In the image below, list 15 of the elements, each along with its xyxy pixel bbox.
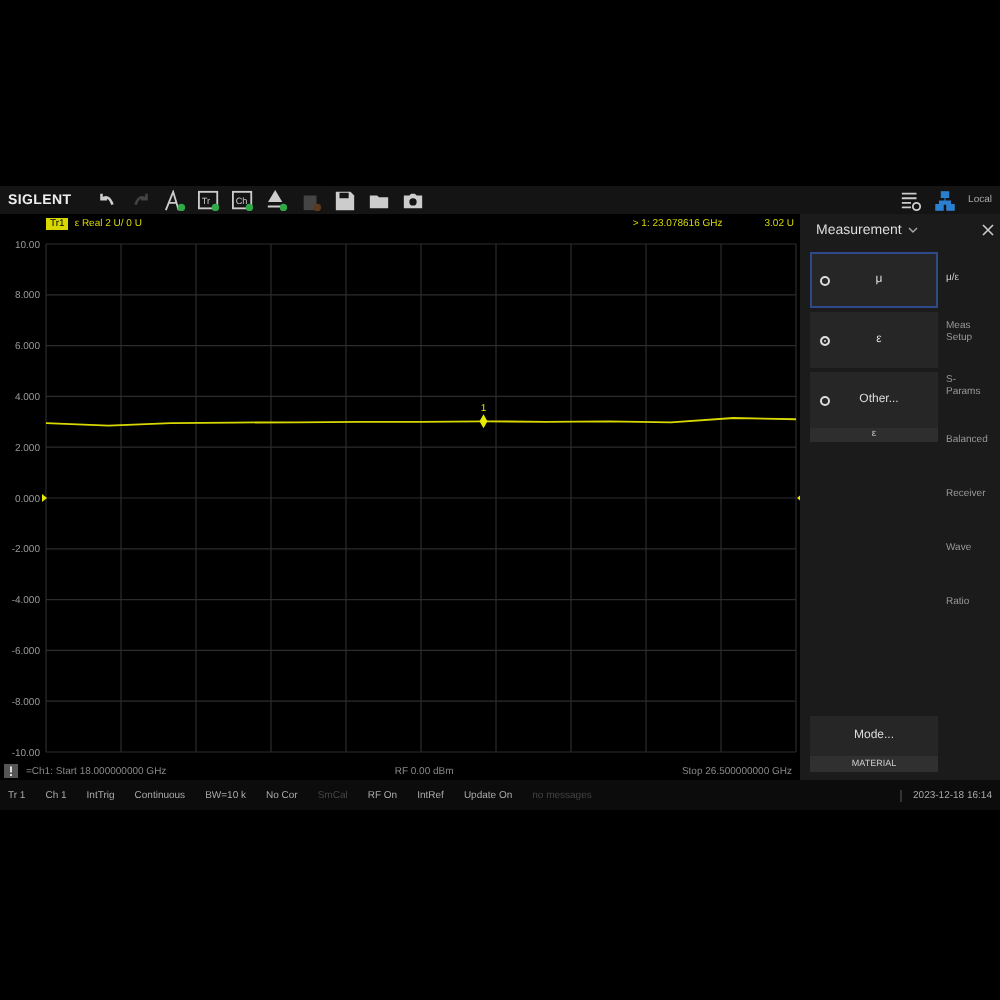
radio-button[interactable] <box>820 275 830 285</box>
radio-button[interactable] <box>820 335 830 345</box>
undo-icon[interactable] <box>95 189 118 211</box>
marker-diamond-icon[interactable] <box>479 414 488 429</box>
trace-icon[interactable] <box>163 189 186 211</box>
camera-icon[interactable] <box>401 189 424 211</box>
list-icon[interactable] <box>900 189 923 211</box>
alert-icon[interactable] <box>4 764 18 778</box>
network-icon[interactable] <box>934 189 957 211</box>
radio-button[interactable] <box>820 395 830 405</box>
close-icon[interactable] <box>982 224 994 236</box>
reference-arrow-icon <box>42 494 47 502</box>
chevron-down-icon[interactable] <box>907 226 918 234</box>
marker-icon[interactable] <box>265 189 288 211</box>
save-icon[interactable] <box>333 189 356 211</box>
